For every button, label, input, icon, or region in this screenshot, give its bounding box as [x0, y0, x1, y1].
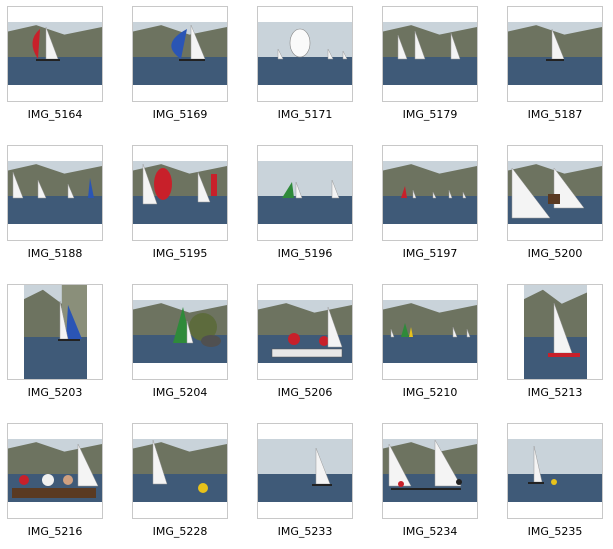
thumbnail-caption: IMG_5204 — [152, 386, 208, 399]
thumbnail-caption: IMG_5196 — [277, 247, 333, 260]
thumbnail-item[interactable]: IMG_5179 — [375, 2, 500, 132]
thumbnail-caption: IMG_5216 — [27, 525, 83, 538]
thumbnail-grid: IMG_5164 IMG_5169 IMG_5171 IMG_5179 IMG_5187… — [0, 0, 613, 545]
thumbnail-frame[interactable] — [382, 6, 478, 102]
thumbnail-frame[interactable] — [257, 145, 353, 241]
thumbnail-caption: IMG_5234 — [402, 525, 458, 538]
thumbnail-image[interactable] — [508, 161, 602, 224]
thumbnail-image[interactable] — [258, 161, 352, 224]
thumbnail-caption: IMG_5228 — [152, 525, 208, 538]
thumbnail-frame[interactable] — [132, 145, 228, 241]
thumbnail-frame[interactable] — [382, 145, 478, 241]
thumbnail-item[interactable]: IMG_5196 — [250, 141, 375, 271]
thumbnail-image[interactable] — [508, 439, 602, 502]
thumbnail-frame[interactable] — [257, 284, 353, 380]
thumbnail-caption: IMG_5200 — [527, 247, 583, 260]
thumbnail-frame[interactable] — [132, 6, 228, 102]
thumbnail-image[interactable] — [133, 161, 227, 224]
thumbnail-item[interactable]: IMG_5206 — [250, 280, 375, 410]
thumbnail-caption: IMG_5179 — [402, 108, 458, 121]
thumbnail-caption: IMG_5171 — [277, 108, 333, 121]
thumbnail-item[interactable]: IMG_5164 — [0, 2, 125, 132]
thumbnail-item[interactable]: IMG_5203 — [0, 280, 125, 410]
thumbnail-frame[interactable] — [507, 284, 603, 380]
thumbnail-image[interactable] — [383, 22, 477, 85]
thumbnail-frame[interactable] — [132, 284, 228, 380]
thumbnail-caption: IMG_5233 — [277, 525, 333, 538]
thumbnail-caption: IMG_5169 — [152, 108, 208, 121]
thumbnail-frame[interactable] — [507, 6, 603, 102]
thumbnail-frame[interactable] — [382, 423, 478, 519]
thumbnail-image[interactable] — [133, 439, 227, 502]
thumbnail-image[interactable] — [133, 300, 227, 363]
thumbnail-item[interactable]: IMG_5171 — [250, 2, 375, 132]
thumbnail-frame[interactable] — [507, 423, 603, 519]
thumbnail-image[interactable] — [524, 285, 587, 379]
thumbnail-item[interactable]: IMG_5200 — [500, 141, 613, 271]
thumbnail-caption: IMG_5187 — [527, 108, 583, 121]
thumbnail-image[interactable] — [258, 439, 352, 502]
thumbnail-image[interactable] — [383, 439, 477, 502]
thumbnail-item[interactable]: IMG_5204 — [125, 280, 250, 410]
thumbnail-image[interactable] — [383, 161, 477, 224]
thumbnail-frame[interactable] — [7, 423, 103, 519]
thumbnail-caption: IMG_5197 — [402, 247, 458, 260]
thumbnail-image[interactable] — [8, 161, 102, 224]
thumbnail-image[interactable] — [8, 439, 102, 502]
thumbnail-image[interactable] — [8, 22, 102, 85]
thumbnail-image[interactable] — [508, 22, 602, 85]
thumbnail-frame[interactable] — [382, 284, 478, 380]
thumbnail-frame[interactable] — [257, 423, 353, 519]
thumbnail-image[interactable] — [24, 285, 87, 379]
thumbnail-item[interactable]: IMG_5195 — [125, 141, 250, 271]
thumbnail-caption: IMG_5210 — [402, 386, 458, 399]
thumbnail-frame[interactable] — [257, 6, 353, 102]
thumbnail-item[interactable]: IMG_5228 — [125, 419, 250, 549]
thumbnail-item[interactable]: IMG_5187 — [500, 2, 613, 132]
thumbnail-frame[interactable] — [7, 145, 103, 241]
thumbnail-caption: IMG_5213 — [527, 386, 583, 399]
thumbnail-item[interactable]: IMG_5213 — [500, 280, 613, 410]
thumbnail-item[interactable]: IMG_5216 — [0, 419, 125, 549]
thumbnail-image[interactable] — [258, 22, 352, 85]
thumbnail-frame[interactable] — [7, 284, 103, 380]
thumbnail-image[interactable] — [383, 300, 477, 363]
thumbnail-image[interactable] — [258, 300, 352, 363]
thumbnail-image[interactable] — [133, 22, 227, 85]
thumbnail-frame[interactable] — [507, 145, 603, 241]
thumbnail-item[interactable]: IMG_5197 — [375, 141, 500, 271]
thumbnail-item[interactable]: IMG_5235 — [500, 419, 613, 549]
thumbnail-caption: IMG_5235 — [527, 525, 583, 538]
thumbnail-caption: IMG_5203 — [27, 386, 83, 399]
thumbnail-caption: IMG_5206 — [277, 386, 333, 399]
thumbnail-item[interactable]: IMG_5188 — [0, 141, 125, 271]
thumbnail-caption: IMG_5195 — [152, 247, 208, 260]
thumbnail-item[interactable]: IMG_5210 — [375, 280, 500, 410]
thumbnail-caption: IMG_5188 — [27, 247, 83, 260]
thumbnail-item[interactable]: IMG_5169 — [125, 2, 250, 132]
thumbnail-frame[interactable] — [7, 6, 103, 102]
thumbnail-frame[interactable] — [132, 423, 228, 519]
thumbnail-caption: IMG_5164 — [27, 108, 83, 121]
thumbnail-item[interactable]: IMG_5234 — [375, 419, 500, 549]
thumbnail-item[interactable]: IMG_5233 — [250, 419, 375, 549]
